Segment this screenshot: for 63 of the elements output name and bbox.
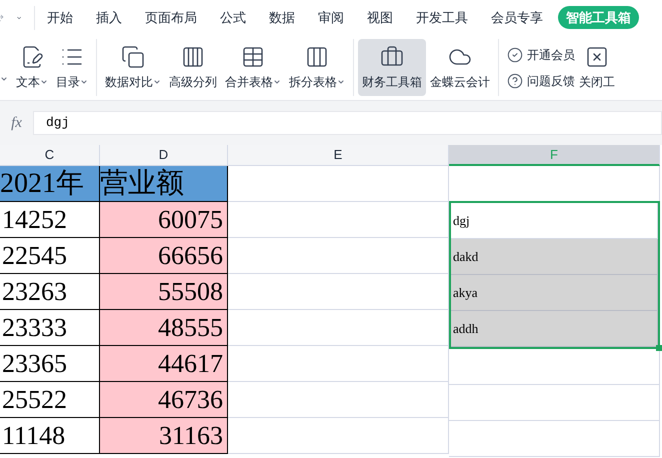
menu-tab[interactable]: 插入 xyxy=(96,8,122,28)
table-cell[interactable]: 14252 xyxy=(0,202,100,238)
caret-icon xyxy=(153,78,161,86)
split-columns-icon xyxy=(305,44,329,68)
caret-icon xyxy=(80,78,88,86)
column-header[interactable]: E xyxy=(228,145,449,166)
ribbon-button[interactable]: 金蝶云会计 xyxy=(426,39,494,96)
menu-tab[interactable]: 会员专享 xyxy=(491,8,543,28)
columns-icon xyxy=(181,44,205,68)
table-cell[interactable]: akya xyxy=(451,275,658,311)
caret-icon xyxy=(0,75,8,83)
ribbon-button[interactable]: 合并表格 xyxy=(221,39,285,96)
help-icon xyxy=(507,72,523,88)
formula-field[interactable]: dgj xyxy=(33,111,662,135)
menu-tab[interactable]: 审阅 xyxy=(318,8,344,28)
menu-tab[interactable]: 公式 xyxy=(220,8,246,28)
briefcase-icon xyxy=(380,44,404,68)
caret-icon xyxy=(40,78,48,86)
table-cell[interactable]: 23333 xyxy=(0,310,100,346)
function-label: fx xyxy=(10,114,23,133)
table-cell[interactable]: 11148 xyxy=(0,418,100,454)
table-cell[interactable]: 66656 xyxy=(100,238,228,274)
close-icon xyxy=(585,44,609,68)
menu-tab[interactable]: 数据 xyxy=(269,8,295,28)
empty-cell[interactable] xyxy=(449,349,660,385)
column-header[interactable]: D xyxy=(100,145,228,166)
caret-icon xyxy=(273,78,281,86)
column-header[interactable]: C xyxy=(0,145,100,166)
ribbon-small-button[interactable]: 问题反馈 xyxy=(507,72,575,90)
ribbon-button[interactable]: 拆分表格 xyxy=(285,39,349,96)
table-icon xyxy=(241,44,265,68)
table-cell[interactable]: 31163 xyxy=(100,418,228,454)
ribbon-button[interactable]: 财务工具箱 xyxy=(358,39,426,96)
table-cell[interactable]: 44617 xyxy=(100,346,228,382)
fill-handle[interactable] xyxy=(656,345,662,351)
ribbon-button[interactable]: 高级分列 xyxy=(165,39,221,96)
close-toolbox-button[interactable]: 关闭工 xyxy=(579,35,615,100)
table-cell[interactable]: 23365 xyxy=(0,346,100,382)
menu-tab[interactable]: 页面布局 xyxy=(145,8,197,28)
ribbon-button[interactable]: 文本 xyxy=(12,39,52,96)
table-cell[interactable]: 25522 xyxy=(0,382,100,418)
table-cell[interactable]: 23263 xyxy=(0,274,100,310)
table-cell[interactable]: 48555 xyxy=(100,310,228,346)
table-cell[interactable]: 60075 xyxy=(100,202,228,238)
empty-cell[interactable] xyxy=(449,421,660,457)
table-cell[interactable]: 22545 xyxy=(0,238,100,274)
ribbon-small-button[interactable]: 开通会员 xyxy=(507,46,575,64)
table-cell[interactable]: addh xyxy=(451,311,658,347)
ribbon-button[interactable]: 数据对比 xyxy=(101,39,165,96)
overlap-squares-icon xyxy=(121,44,145,68)
table-cell[interactable]: 2021年 xyxy=(0,166,100,202)
table-cell[interactable]: 46736 xyxy=(100,382,228,418)
table-cell[interactable]: dgj xyxy=(451,203,658,239)
check-circle-icon xyxy=(507,46,523,62)
menu-tab[interactable]: 开发工具 xyxy=(416,8,468,28)
table-cell[interactable]: 55508 xyxy=(100,274,228,310)
menu-tab[interactable]: 开始 xyxy=(47,8,73,28)
table-cell[interactable]: 营业额 xyxy=(100,166,228,202)
table-cell[interactable]: dakd xyxy=(451,239,658,275)
menu-tab[interactable]: 视图 xyxy=(367,8,393,28)
empty-cell[interactable] xyxy=(449,385,660,421)
ribbon-button[interactable]: 目录 xyxy=(52,39,92,96)
caret-icon xyxy=(337,78,345,86)
